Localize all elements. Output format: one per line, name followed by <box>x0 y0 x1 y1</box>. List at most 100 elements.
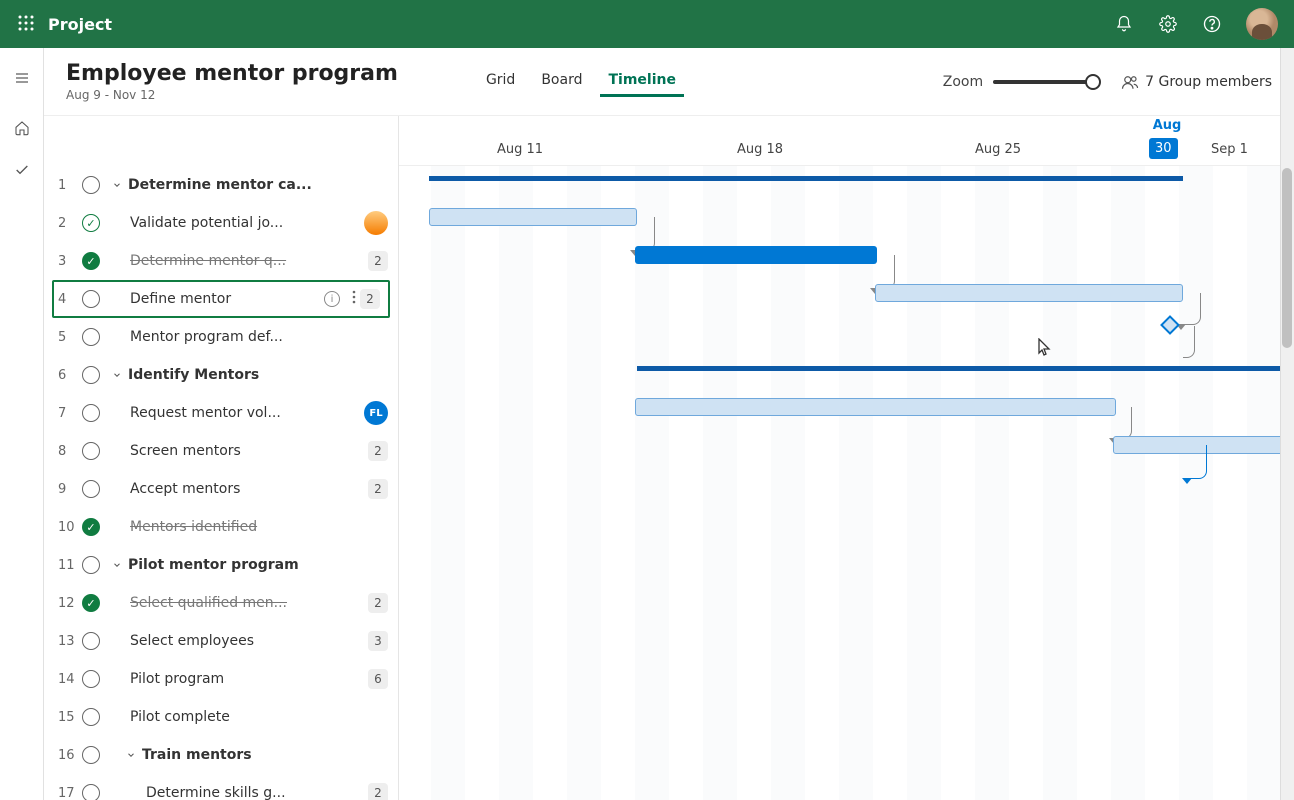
task-row[interactable]: 4Define mentori2 <box>52 280 390 318</box>
count-badge: 2 <box>368 783 388 800</box>
row-number: 8 <box>58 444 82 459</box>
status-toggle[interactable] <box>82 290 100 308</box>
task-row[interactable]: 5Mentor program def... <box>44 318 398 356</box>
status-toggle[interactable] <box>82 670 100 688</box>
task-row[interactable]: 14Pilot program6 <box>44 660 398 698</box>
task-bar[interactable] <box>429 208 637 226</box>
row-number: 15 <box>58 710 82 725</box>
task-row[interactable]: 12 Select qualified men...2 <box>44 584 398 622</box>
status-toggle[interactable] <box>82 404 100 422</box>
task-bar[interactable] <box>635 398 1116 416</box>
task-row[interactable]: 13Select employees3 <box>44 622 398 660</box>
task-bar[interactable] <box>635 246 877 264</box>
timeline-month: Aug <box>1152 118 1182 133</box>
timeline-date: Aug 25 <box>975 142 1021 157</box>
task-row[interactable]: 16Train mentors <box>44 736 398 774</box>
task-label: Select qualified men... <box>130 595 368 611</box>
task-label: Determine skills g... <box>146 785 368 800</box>
app-launcher-icon[interactable] <box>10 8 42 40</box>
task-row[interactable]: 17 Determine skills g...2 <box>44 774 398 800</box>
status-toggle[interactable] <box>82 784 100 800</box>
check-icon[interactable] <box>4 152 40 188</box>
count-badge: 2 <box>360 289 380 309</box>
left-rail <box>0 48 44 800</box>
summary-bar[interactable] <box>637 366 1294 371</box>
task-bar[interactable] <box>875 284 1183 302</box>
status-toggle[interactable] <box>82 176 100 194</box>
task-label: Mentor program def... <box>130 329 398 345</box>
help-icon[interactable] <box>1194 6 1230 42</box>
user-avatar[interactable] <box>1244 6 1280 42</box>
chevron-down-icon[interactable] <box>124 750 138 760</box>
status-toggle[interactable] <box>82 252 100 270</box>
timeline-date: Aug 18 <box>737 142 783 157</box>
row-number: 7 <box>58 406 82 421</box>
hamburger-icon[interactable] <box>4 60 40 96</box>
status-toggle[interactable] <box>82 594 100 612</box>
more-icon[interactable] <box>348 290 360 308</box>
status-toggle[interactable] <box>82 214 100 232</box>
row-number: 17 <box>58 786 82 800</box>
chevron-down-icon[interactable] <box>110 370 124 380</box>
zoom-slider[interactable] <box>993 80 1093 84</box>
task-label: Pilot complete <box>130 709 398 725</box>
status-toggle[interactable] <box>82 708 100 726</box>
task-row[interactable]: 1Determine mentor ca... <box>44 166 398 204</box>
tab-board[interactable]: Board <box>533 66 590 97</box>
tab-grid[interactable]: Grid <box>478 66 523 97</box>
group-members-button[interactable]: 7 Group members <box>1121 73 1272 91</box>
row-number: 10 <box>58 520 82 535</box>
settings-icon[interactable] <box>1150 6 1186 42</box>
task-label: Identify Mentors <box>128 367 398 383</box>
task-row[interactable]: 3Determine mentor q...2 <box>44 242 398 280</box>
status-toggle[interactable] <box>82 442 100 460</box>
notifications-icon[interactable] <box>1106 6 1142 42</box>
row-number: 6 <box>58 368 82 383</box>
timeline-area[interactable]: Aug30Aug 11Aug 18Aug 25Sep 1 <box>399 116 1294 800</box>
summary-bar[interactable] <box>429 176 1183 181</box>
task-row[interactable]: 15 Pilot complete <box>44 698 398 736</box>
task-row[interactable]: 8Screen mentors2 <box>44 432 398 470</box>
status-toggle[interactable] <box>82 328 100 346</box>
tab-timeline[interactable]: Timeline <box>600 66 684 97</box>
status-toggle[interactable] <box>82 556 100 574</box>
assignee-avatar[interactable] <box>364 211 388 235</box>
task-row[interactable]: 6 Identify Mentors <box>44 356 398 394</box>
row-number: 14 <box>58 672 82 687</box>
status-toggle[interactable] <box>82 746 100 764</box>
task-row[interactable]: 10 Mentors identified <box>44 508 398 546</box>
top-bar: Project <box>0 0 1294 48</box>
count-badge: 2 <box>368 593 388 613</box>
milestone[interactable] <box>1160 315 1180 335</box>
timeline-rows <box>399 166 1294 800</box>
app-title: Project <box>48 15 112 34</box>
task-label: Accept mentors <box>130 481 368 497</box>
task-row[interactable]: 11Pilot mentor program <box>44 546 398 584</box>
row-number: 2 <box>58 216 82 231</box>
task-label: Mentors identified <box>130 519 398 535</box>
cursor-icon <box>1037 338 1051 360</box>
task-row[interactable]: 9 Accept mentors2 <box>44 470 398 508</box>
timeline-today[interactable]: 30 <box>1149 138 1178 159</box>
status-toggle[interactable] <box>82 518 100 536</box>
status-toggle[interactable] <box>82 366 100 384</box>
assignee-avatar[interactable]: FL <box>364 401 388 425</box>
task-row[interactable]: 2 Validate potential jo... <box>44 204 398 242</box>
zoom-control: Zoom <box>943 74 1093 90</box>
chevron-down-icon[interactable] <box>110 560 124 570</box>
info-icon[interactable]: i <box>324 291 340 307</box>
row-number: 3 <box>58 254 82 269</box>
row-number: 12 <box>58 596 82 611</box>
home-icon[interactable] <box>4 110 40 146</box>
task-label: Validate potential jo... <box>130 215 364 231</box>
chevron-down-icon[interactable] <box>110 180 124 190</box>
scrollbar[interactable] <box>1280 48 1294 800</box>
task-label: Pilot mentor program <box>128 557 398 573</box>
status-toggle[interactable] <box>82 632 100 650</box>
row-number: 9 <box>58 482 82 497</box>
task-row[interactable]: 7Request mentor vol...FL <box>44 394 398 432</box>
status-toggle[interactable] <box>82 480 100 498</box>
count-badge: 3 <box>368 631 388 651</box>
row-number: 4 <box>58 292 82 307</box>
count-badge: 2 <box>368 479 388 499</box>
